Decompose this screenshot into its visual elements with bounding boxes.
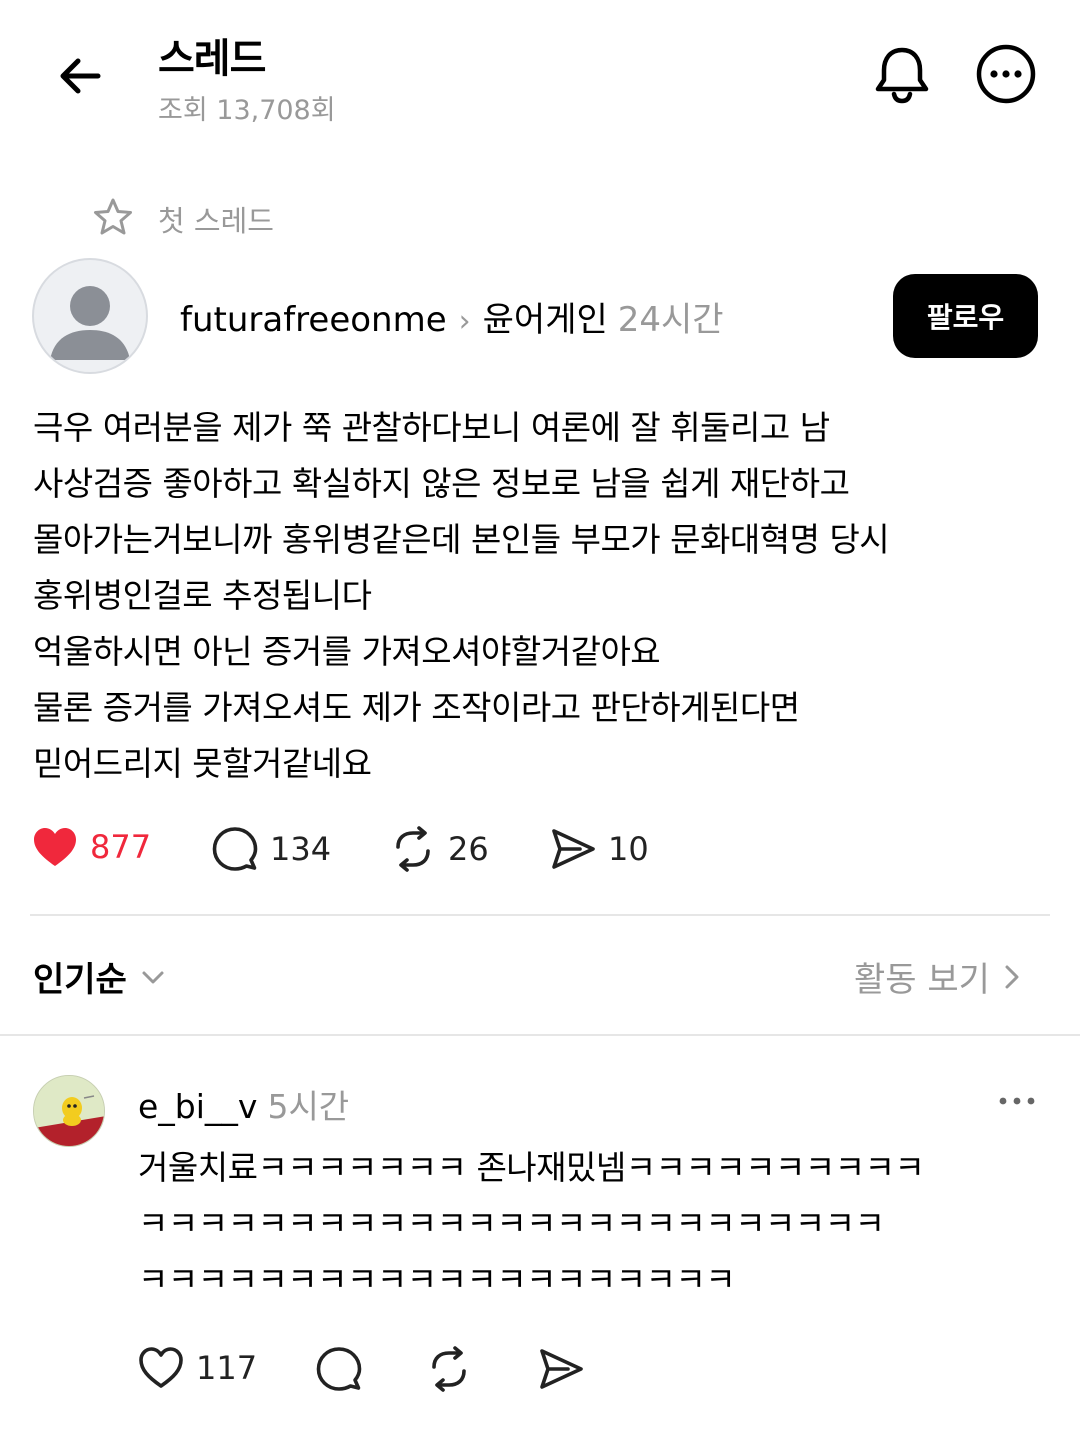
author-name[interactable]: futurafreeonme (180, 300, 447, 340)
more-options-icon[interactable] (974, 42, 1038, 106)
author-line: futurafreeonme › 윤어게인 24시간 (180, 292, 724, 341)
comment-line: 거울치료ㅋㅋㅋㅋㅋㅋㅋ 존나재밌넴ㅋㅋㅋㅋㅋㅋㅋㅋㅋㅋ (138, 1148, 925, 1187)
chevron-right-icon: › (458, 304, 471, 339)
comment-share-button[interactable] (538, 1346, 596, 1392)
post-line: 물론 증거를 가져오셔도 제가 조작이라고 판단하게된다면 (33, 688, 800, 727)
share-button[interactable]: 10 (550, 826, 649, 872)
heart-outline-icon (138, 1346, 184, 1390)
comment-reply-button[interactable] (316, 1346, 374, 1392)
comment-line: ㅋㅋㅋㅋㅋㅋㅋㅋㅋㅋㅋㅋㅋㅋㅋㅋㅋㅋㅋㅋㅋㅋㅋㅋㅋ (138, 1204, 885, 1243)
view-count: 조회 13,708회 (158, 95, 336, 126)
view-activity-link[interactable]: 활동 보기 (854, 952, 1024, 1001)
share-count: 10 (608, 830, 649, 868)
post-body: 극우 여러분을 제가 쭉 관찰하다보니 여론에 잘 휘둘리고 남 사상검증 좋아… (33, 400, 1043, 792)
comment-like-count: 117 (196, 1349, 258, 1387)
repost-button[interactable]: 26 (390, 826, 489, 872)
chevron-down-icon (139, 963, 167, 991)
commenter-avatar[interactable] (33, 1075, 105, 1147)
like-count: 877 (90, 828, 152, 866)
bell-icon[interactable] (870, 42, 934, 106)
back-arrow-icon[interactable] (52, 48, 108, 104)
page-title: 스레드 (158, 36, 266, 82)
activity-label: 활동 보기 (854, 960, 990, 1000)
comment-time: 5시간 (267, 1087, 350, 1126)
send-icon (538, 1346, 584, 1392)
follow-button[interactable]: 팔로우 (893, 274, 1038, 358)
star-icon (92, 196, 134, 238)
speech-bubble-icon (212, 826, 258, 872)
chevron-right-icon (1000, 962, 1024, 992)
repost-icon (426, 1346, 472, 1392)
comment-more-icon[interactable] (994, 1084, 1040, 1118)
reply-button[interactable]: 134 (212, 826, 331, 872)
comment-repost-button[interactable] (426, 1346, 484, 1392)
post-line: 홍위병인걸로 추정됩니다 (33, 576, 372, 615)
pinned-label: 첫 스레드 (158, 204, 274, 238)
post-line: 억울하시면 아닌 증거를 가져오셔야할거같아요 (33, 632, 661, 671)
speech-bubble-icon (316, 1346, 362, 1392)
divider (30, 914, 1050, 916)
reply-count: 134 (270, 830, 332, 868)
repost-icon (390, 826, 436, 872)
divider (0, 1034, 1080, 1036)
comment-like-button[interactable]: 117 (138, 1346, 257, 1390)
comment-author-line: e_bi__v 5시간 (138, 1080, 349, 1128)
post-line: 몰아가는거보니까 홍위병같은데 본인들 부모가 문화대혁명 당시 (33, 520, 890, 559)
sort-label: 인기순 (33, 960, 127, 1000)
post-line: 믿어드리지 못할거같네요 (33, 744, 372, 783)
post-line: 극우 여러분을 제가 쭉 관찰하다보니 여론에 잘 휘둘리고 남 (33, 408, 830, 447)
sort-dropdown[interactable]: 인기순 (33, 952, 167, 1001)
like-button[interactable]: 877 (32, 826, 151, 868)
author-avatar[interactable] (32, 258, 148, 374)
post-line: 사상검증 좋아하고 확실하지 않은 정보로 남을 쉽게 재단하고 (33, 464, 850, 503)
post-time: 24시간 (617, 300, 724, 340)
comment-body: 거울치료ㅋㅋㅋㅋㅋㅋㅋ 존나재밌넴ㅋㅋㅋㅋㅋㅋㅋㅋㅋㅋ ㅋㅋㅋㅋㅋㅋㅋㅋㅋㅋㅋㅋ… (138, 1140, 1038, 1308)
heart-filled-icon (32, 826, 78, 868)
community-name[interactable]: 윤어게인 (483, 300, 608, 340)
comment-author[interactable]: e_bi__v (138, 1087, 257, 1126)
comment-line: ㅋㅋㅋㅋㅋㅋㅋㅋㅋㅋㅋㅋㅋㅋㅋㅋㅋㅋㅋㅋ (138, 1260, 736, 1299)
repost-count: 26 (448, 830, 489, 868)
send-icon (550, 826, 596, 872)
